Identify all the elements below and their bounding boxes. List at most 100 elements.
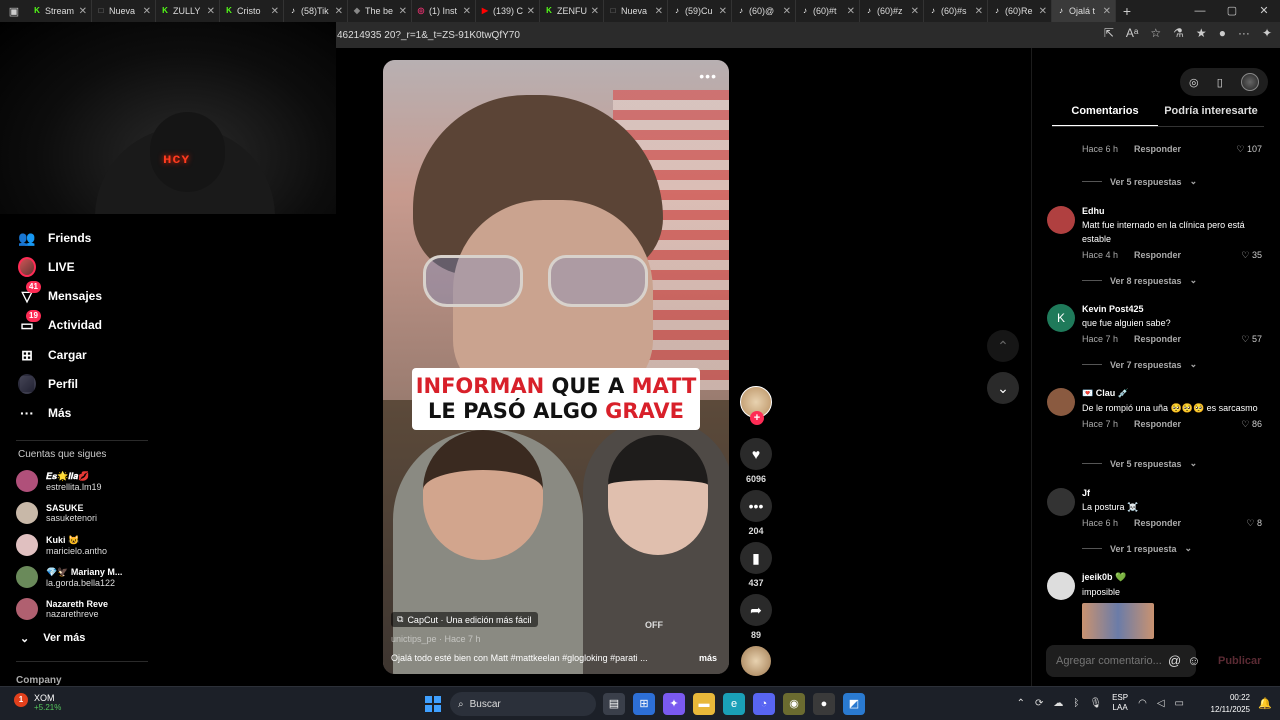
sidebar-item-more[interactable]: ··· Más	[18, 401, 71, 425]
reply-button[interactable]: Responder	[1134, 419, 1181, 429]
tab-actions-icon[interactable]: ▣	[0, 0, 28, 22]
reply-button[interactable]: Responder	[1134, 334, 1181, 344]
emoji-icon[interactable]: ☺	[1187, 653, 1200, 668]
comment-username[interactable]: Jf	[1082, 488, 1262, 498]
favorite-star-icon[interactable]: ☆	[1150, 26, 1161, 40]
close-tab-icon[interactable]: ✕	[399, 6, 407, 17]
browser-tab[interactable]: ▶ (139) C ✕	[476, 0, 540, 22]
browser-tab[interactable]: K Cristo ✕	[220, 0, 284, 22]
mention-icon[interactable]: @	[1168, 653, 1181, 668]
sidebar-item-friends[interactable]: 👥 Friends	[18, 226, 91, 250]
view-replies-button[interactable]: Ver 8 respuestas ⌄	[1082, 275, 1197, 286]
read-aloud-icon[interactable]: Aᵃ	[1126, 26, 1138, 40]
following-account[interactable]: 💎🦅 Mariany M... la.gorda.bella122	[16, 562, 122, 592]
start-menu-icon[interactable]	[425, 696, 441, 712]
close-tab-icon[interactable]: ✕	[271, 6, 279, 17]
close-tab-icon[interactable]: ✕	[591, 6, 599, 17]
browser-tab[interactable]: ♪ (58)Tik ✕	[284, 0, 348, 22]
volume-icon[interactable]: ◁	[1157, 698, 1165, 709]
sidebar-item-live[interactable]: LIVE	[18, 255, 75, 279]
comment-image[interactable]	[1082, 603, 1154, 639]
creator-avatar[interactable]: +	[740, 386, 772, 425]
cloud-icon[interactable]: ☁	[1053, 698, 1063, 709]
user-avatar[interactable]	[1240, 73, 1259, 91]
browser-tab[interactable]: ♪ Ojalá t ✕	[1052, 0, 1116, 22]
avatar[interactable]	[1047, 388, 1075, 416]
browser-tab[interactable]: ♪ (59)Cu ✕	[668, 0, 732, 22]
close-window-icon[interactable]: ✕	[1248, 0, 1280, 22]
view-replies-button[interactable]: Ver 7 respuestas ⌄	[1082, 359, 1197, 370]
close-tab-icon[interactable]: ✕	[1103, 6, 1111, 17]
close-tab-icon[interactable]: ✕	[783, 6, 791, 17]
close-tab-icon[interactable]: ✕	[207, 6, 215, 17]
copilot-icon[interactable]: ✦	[1262, 26, 1272, 40]
avatar[interactable]: K	[1047, 304, 1075, 332]
comment-username[interactable]: Kevin Post425	[1082, 304, 1262, 314]
close-tab-icon[interactable]: ✕	[143, 6, 151, 17]
photos-icon[interactable]: ◩	[843, 693, 865, 715]
browser-tab[interactable]: ♪ (60)Re ✕	[988, 0, 1052, 22]
sidebar-item-messages[interactable]: ▽ 41 Mensajes	[18, 281, 102, 308]
browser-tab[interactable]: □ Nueva ✕	[92, 0, 156, 22]
sidebar-item-profile[interactable]: Perfil	[18, 372, 78, 396]
like-action[interactable]: ♥ 6096	[738, 438, 774, 484]
close-tab-icon[interactable]: ✕	[335, 6, 343, 17]
tab-comments[interactable]: Comentarios	[1052, 105, 1158, 127]
following-account[interactable]: Kuki 😺 maricielo.antho	[16, 530, 107, 560]
stock-widget[interactable]: 1 XOM +5.21%	[14, 693, 61, 712]
close-tab-icon[interactable]: ✕	[911, 6, 919, 17]
music-disc-action[interactable]	[738, 646, 774, 676]
browser-tab[interactable]: ♪ (60)@ ✕	[732, 0, 796, 22]
language-indicator[interactable]: ESP LAA	[1112, 693, 1128, 713]
extensions-icon[interactable]: ⚗	[1173, 26, 1184, 40]
description-more-button[interactable]: más	[699, 653, 717, 663]
wifi-icon[interactable]: ◠	[1138, 698, 1147, 709]
comment-like[interactable]: ♡ 8	[1246, 518, 1262, 529]
task-view-icon[interactable]: ▤	[603, 693, 625, 715]
follow-plus-icon[interactable]: +	[750, 411, 764, 425]
favorites-icon[interactable]: ★	[1196, 26, 1207, 40]
close-tab-icon[interactable]: ✕	[719, 6, 727, 17]
comment-like[interactable]: ♡ 57	[1241, 334, 1262, 345]
close-tab-icon[interactable]: ✕	[527, 6, 535, 17]
following-account[interactable]: 𝑬𝒔🌟𝒍𝒍𝒂💋 estrellita.lm19	[16, 466, 102, 496]
next-video-button[interactable]: ⌄	[987, 372, 1019, 404]
browser-tab[interactable]: ♪ (60)#z ✕	[860, 0, 924, 22]
compass-icon[interactable]: ◎	[1189, 76, 1199, 89]
copilot-app-icon[interactable]: ✦	[663, 693, 685, 715]
clock[interactable]: 00:22 12/11/2025	[1211, 692, 1250, 716]
microphone-icon[interactable]: 🎙	[1089, 698, 1102, 709]
taskbar-search[interactable]: ⌕ Buscar	[450, 692, 596, 716]
app-icon[interactable]: ◉	[783, 693, 805, 715]
see-more-button[interactable]: ⌄ Ver más	[20, 632, 85, 645]
capcut-tag[interactable]: ⧉ CapCut · Una edición más fácil	[391, 612, 538, 627]
save-action[interactable]: ▮ 437	[738, 542, 774, 588]
browser-tab[interactable]: K ZULLY ✕	[156, 0, 220, 22]
comment-username[interactable]: Edhu	[1082, 206, 1262, 216]
minimize-icon[interactable]: —	[1184, 0, 1216, 22]
view-replies-button[interactable]: Ver 5 respuestas ⌄	[1082, 176, 1197, 187]
sidebar-item-upload[interactable]: ⊞ Cargar	[18, 343, 87, 367]
new-tab-button[interactable]: +	[1116, 3, 1138, 19]
obs-icon[interactable]: ●	[813, 693, 835, 715]
following-account[interactable]: SASUKE sasuketenori	[16, 498, 97, 528]
bookmark-icon[interactable]: ▮	[740, 542, 772, 574]
previous-video-button[interactable]: ⌃	[987, 330, 1019, 362]
comment-username[interactable]: 💌 Clau 💉	[1082, 388, 1262, 399]
browser-tab[interactable]: ♪ (60)#s ✕	[924, 0, 988, 22]
following-account[interactable]: Nazareth Reve nazarethreve	[16, 594, 108, 624]
comment-bubble-icon[interactable]: •••	[740, 490, 772, 522]
settings-menu-icon[interactable]: ···	[1238, 26, 1250, 40]
browser-tab[interactable]: K Stream ✕	[28, 0, 92, 22]
video-player[interactable]: OFF ••• INFORMAN QUE A MATT LE PASÓ ALGO…	[383, 60, 729, 674]
avatar[interactable]	[1047, 206, 1075, 234]
reply-button[interactable]: Responder	[1134, 518, 1181, 528]
close-tab-icon[interactable]: ✕	[655, 6, 663, 17]
file-explorer-icon[interactable]: ▬	[693, 693, 715, 715]
avatar[interactable]	[1047, 572, 1075, 600]
video-author[interactable]: unictips_pe · Hace 7 h	[391, 634, 481, 644]
sidebar-item-activity[interactable]: ▭ 19 Actividad	[18, 310, 102, 337]
battery-icon[interactable]: ▭	[1175, 698, 1184, 709]
device-icon[interactable]: ▯	[1217, 76, 1223, 89]
reply-button[interactable]: Responder	[1134, 144, 1181, 154]
